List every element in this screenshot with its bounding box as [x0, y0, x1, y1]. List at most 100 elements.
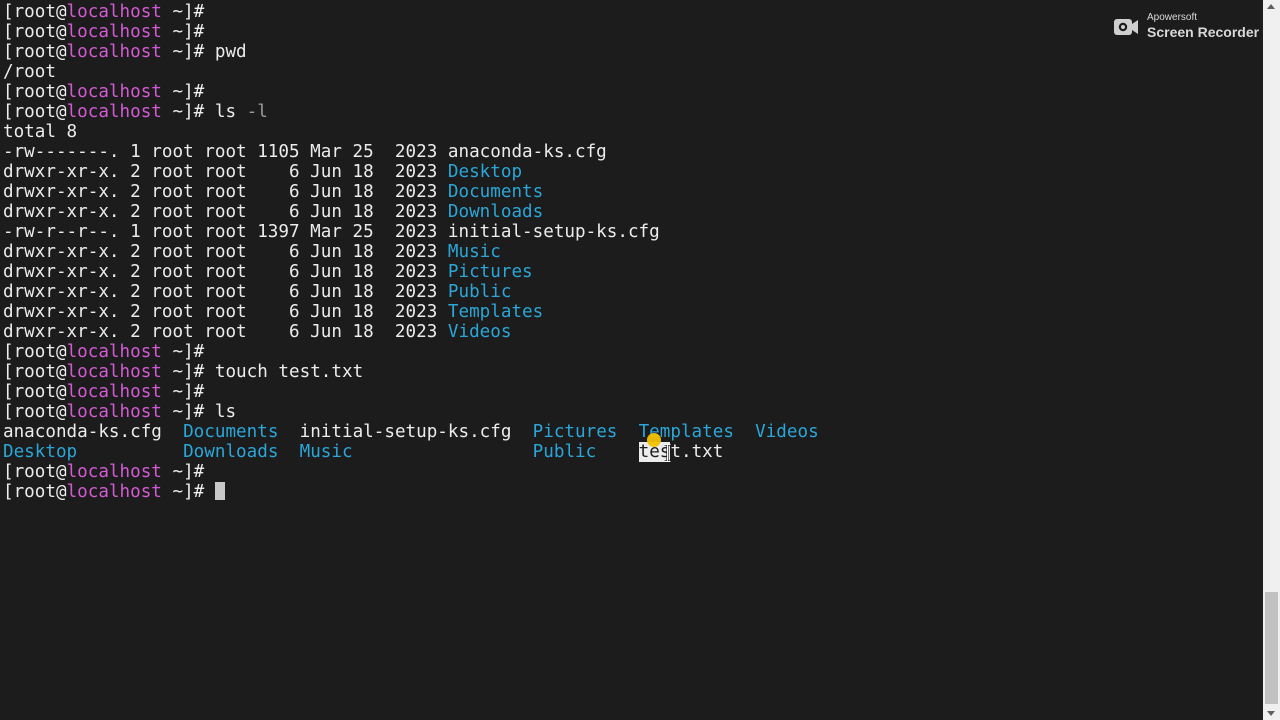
ls-long-row: drwxr-xr-x. 2 root root 6 Jun 18 2023 Pi… [3, 262, 819, 282]
prompt-line: [root@localhost ~]# [3, 22, 819, 42]
prompt-line: [root@localhost ~]# [3, 382, 819, 402]
prompt-user: [root@ [3, 22, 67, 42]
directory-name: Public [447, 282, 512, 302]
output-line: total 8 [3, 122, 819, 142]
text-cursor-icon [664, 444, 671, 462]
prompt-hostname: localhost [66, 42, 162, 62]
file-name: initial-setup-ks.cfg [299, 422, 512, 442]
ls-long-row: -rw-r--r--. 1 root root 1397 Mar 25 2023… [3, 222, 819, 242]
directory-name: Videos [755, 422, 819, 442]
command-line: [root@localhost ~]# touch test.txt [3, 362, 819, 382]
command-line: [root@localhost ~]# pwd [3, 42, 819, 62]
pwd-output: /root [3, 62, 56, 82]
prompt-user: [root@ [3, 342, 67, 362]
prompt-path: ~]# [161, 342, 205, 362]
file-metadata: drwxr-xr-x. 2 root root 6 Jun 18 2023 [3, 242, 448, 262]
ls-long-row: drwxr-xr-x. 2 root root 6 Jun 18 2023 Vi… [3, 322, 819, 342]
prompt-hostname: localhost [66, 462, 162, 482]
directory-name: Documents [447, 182, 544, 202]
directory-name: Downloads [447, 202, 544, 222]
ls-short-row: Desktop Downloads Music Public test.txt [3, 442, 819, 462]
prompt-user: [root@ [3, 462, 67, 482]
prompt-path: ~]# [161, 402, 205, 422]
file-metadata: -rw-r--r--. 1 root root 1397 Mar 25 2023 [3, 222, 448, 242]
ls-long-row: -rw-------. 1 root root 1105 Mar 25 2023… [3, 142, 819, 162]
file-name: initial-setup-ks.cfg [447, 222, 660, 242]
ls-long-row: drwxr-xr-x. 2 root root 6 Jun 18 2023 Do… [3, 202, 819, 222]
command-line: [root@localhost ~]# ls [3, 402, 819, 422]
watermark-brand: Apowersoft [1147, 12, 1198, 23]
prompt-hostname: localhost [66, 22, 162, 42]
command-line: [root@localhost ~]# ls -l [3, 102, 819, 122]
terminal-output: [root@localhost ~]# [root@localhost ~]# [r… [3, 2, 819, 502]
prompt-user: [root@ [3, 2, 67, 22]
prompt-hostname: localhost [66, 2, 162, 22]
prompt-user: [root@ [3, 42, 67, 62]
prompt-user: [root@ [3, 102, 67, 122]
terminal-window[interactable]: [root@localhost ~]# [root@localhost ~]# [r… [0, 0, 1263, 720]
file-metadata: drwxr-xr-x. 2 root root 6 Jun 18 2023 [3, 162, 448, 182]
prompt-user: [root@ [3, 402, 67, 422]
directory-name: Desktop [3, 442, 78, 462]
command-ls: ls [204, 402, 237, 422]
prompt-hostname: localhost [66, 102, 162, 122]
camera-icon [1114, 19, 1138, 35]
output-line: /root [3, 62, 819, 82]
prompt-hostname: localhost [66, 402, 162, 422]
file-name: t.txt [670, 442, 724, 462]
active-prompt-line: [root@localhost ~]# [3, 482, 819, 502]
directory-name: Templates [447, 302, 544, 322]
prompt-hostname: localhost [66, 382, 162, 402]
ls-long-row: drwxr-xr-x. 2 root root 6 Jun 18 2023 Te… [3, 302, 819, 322]
directory-name: Pictures [447, 262, 533, 282]
scroll-up-icon[interactable] [1267, 4, 1275, 9]
command-ls: ls [204, 102, 247, 122]
prompt-line: [root@localhost ~]# [3, 342, 819, 362]
vertical-scrollbar[interactable] [1263, 0, 1280, 720]
text-cursor[interactable] [214, 482, 225, 500]
directory-name: Music [447, 242, 501, 262]
prompt-path: ~]# [161, 22, 205, 42]
ls-short-row: anaconda-ks.cfg Documents initial-setup-… [3, 422, 819, 442]
file-metadata: -rw-------. 1 root root 1105 Mar 25 2023 [3, 142, 448, 162]
file-metadata: drwxr-xr-x. 2 root root 6 Jun 18 2023 [3, 282, 448, 302]
prompt-hostname: localhost [66, 342, 162, 362]
directory-name: Public [532, 442, 597, 462]
prompt-user: [root@ [3, 82, 67, 102]
command-touch: touch test.txt [204, 362, 364, 382]
directory-name: Documents [183, 422, 279, 442]
directory-name: Videos [447, 322, 512, 342]
watermark-product: Screen Recorder [1147, 24, 1260, 40]
recorder-watermark: Apowersoft Screen Recorder [1113, 12, 1263, 44]
directory-name: Downloads [183, 442, 279, 462]
prompt-path: ~]# [161, 82, 205, 102]
prompt-path: ~]# [161, 102, 205, 122]
prompt-path: ~]# [161, 482, 205, 502]
file-name: anaconda-ks.cfg [447, 142, 607, 162]
scroll-down-icon[interactable] [1267, 711, 1275, 716]
file-metadata: drwxr-xr-x. 2 root root 6 Jun 18 2023 [3, 322, 448, 342]
ls-long-row: drwxr-xr-x. 2 root root 6 Jun 18 2023 Do… [3, 182, 819, 202]
prompt-path: ~]# [161, 362, 205, 382]
prompt-path: ~]# [161, 2, 205, 22]
prompt-hostname: localhost [66, 82, 162, 102]
prompt-user: [root@ [3, 362, 67, 382]
file-metadata: drwxr-xr-x. 2 root root 6 Jun 18 2023 [3, 262, 448, 282]
command-flag: -l [246, 102, 268, 122]
file-metadata: drwxr-xr-x. 2 root root 6 Jun 18 2023 [3, 302, 448, 322]
directory-name: Desktop [447, 162, 523, 182]
ls-long-row: drwxr-xr-x. 2 root root 6 Jun 18 2023 Pu… [3, 282, 819, 302]
file-metadata: drwxr-xr-x. 2 root root 6 Jun 18 2023 [3, 182, 448, 202]
prompt-path: ~]# [161, 382, 205, 402]
prompt-user: [root@ [3, 382, 67, 402]
command-pwd: pwd [204, 42, 247, 62]
prompt-hostname: localhost [66, 362, 162, 382]
ls-long-row: drwxr-xr-x. 2 root root 6 Jun 18 2023 Mu… [3, 242, 819, 262]
prompt-line: [root@localhost ~]# [3, 82, 819, 102]
prompt-path: ~]# [161, 462, 205, 482]
file-metadata: drwxr-xr-x. 2 root root 6 Jun 18 2023 [3, 202, 448, 222]
mouse-highlight-icon [647, 433, 661, 447]
prompt-path: ~]# [161, 42, 205, 62]
file-name: anaconda-ks.cfg [3, 422, 162, 442]
scroll-thumb[interactable] [1265, 592, 1278, 704]
